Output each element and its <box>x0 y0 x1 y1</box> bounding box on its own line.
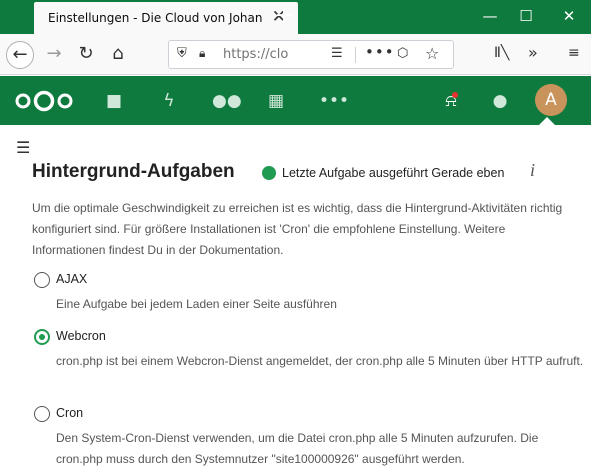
files-icon[interactable]: ■ <box>103 91 125 111</box>
radio-ajax[interactable] <box>34 272 50 288</box>
back-icon[interactable]: ← <box>6 41 34 69</box>
contacts-menu-icon[interactable]: ● <box>489 91 511 111</box>
new-tab-button[interactable]: + <box>270 3 298 31</box>
avatar[interactable]: A <box>535 84 567 116</box>
option-description: Den System-Cron-Dienst verwenden, um die… <box>56 431 539 466</box>
tracking-shield-icon[interactable]: ⛨ <box>177 46 187 61</box>
info-icon[interactable]: i <box>530 160 535 181</box>
maximize-window-button[interactable]: ☐ <box>514 6 538 26</box>
radio-webcron[interactable] <box>34 329 50 345</box>
menu-caret <box>539 117 555 125</box>
option-label[interactable]: Cron <box>56 406 83 420</box>
url-text[interactable]: https://clo <box>223 47 288 62</box>
browser-navbar: ← → ↻ ⌂ ⛨ 🔒︎ https://clo ☰ ••• ⬡ ☆ Ⅱ╲ » … <box>0 34 591 75</box>
address-bar[interactable]: ⛨ 🔒︎ https://clo ☰ ••• ⬡ ☆ <box>168 40 454 69</box>
close-window-button[interactable]: ✕ <box>557 6 581 26</box>
radio-cron[interactable] <box>34 406 50 422</box>
app-navigation-toggle-icon[interactable]: ☰ <box>16 138 30 157</box>
notifications-bell-icon[interactable]: ⍾ <box>440 91 462 111</box>
lock-icon[interactable]: 🔒︎ <box>199 46 205 61</box>
nextcloud-header: ■ ϟ ●● ▦ ••• ⍾ ● A <box>0 76 591 125</box>
menu-icon[interactable]: ≡ <box>568 45 580 61</box>
section-description: Um die optimale Geschwindigkeit zu errei… <box>32 201 563 257</box>
option-label[interactable]: AJAX <box>56 272 87 286</box>
notification-dot <box>452 92 458 98</box>
page-actions-icon[interactable]: ••• <box>365 43 395 61</box>
forward-icon[interactable]: → <box>40 41 68 69</box>
section-title: Hintergrund-Aufgaben <box>32 161 235 182</box>
last-job-status: Letzte Aufgabe ausgeführt Gerade eben <box>282 166 505 180</box>
reload-icon[interactable]: ↻ <box>72 41 100 69</box>
library-icon[interactable]: Ⅱ╲ <box>494 45 509 61</box>
option-label[interactable]: Webcron <box>56 329 106 343</box>
more-apps-icon[interactable]: ••• <box>319 91 349 111</box>
contacts-icon[interactable]: ●● <box>212 91 242 111</box>
bookmark-star-icon[interactable]: ☆ <box>425 44 439 63</box>
tab-title: Einstellungen - Die Cloud von Johan <box>48 11 263 25</box>
home-icon[interactable]: ⌂ <box>104 41 132 69</box>
reader-view-icon[interactable]: ☰ <box>331 46 343 61</box>
calendar-icon[interactable]: ▦ <box>265 91 287 111</box>
pocket-icon[interactable]: ⬡ <box>397 46 408 61</box>
overflow-chevron-icon[interactable]: » <box>528 43 538 62</box>
divider <box>355 47 356 63</box>
status-indicator-icon <box>262 166 276 180</box>
option-description: Eine Aufgabe bei jedem Laden einer Seite… <box>56 297 337 311</box>
activity-icon[interactable]: ϟ <box>158 91 180 111</box>
nextcloud-logo-icon[interactable] <box>14 90 74 112</box>
minimize-window-button[interactable]: — <box>478 6 502 26</box>
browser-tab-strip: Einstellungen - Die Cloud von Johan ✕ + … <box>0 0 591 34</box>
browser-tab[interactable]: Einstellungen - Die Cloud von Johan ✕ <box>34 2 298 34</box>
option-description: cron.php ist bei einem Webcron-Dienst an… <box>56 354 584 368</box>
